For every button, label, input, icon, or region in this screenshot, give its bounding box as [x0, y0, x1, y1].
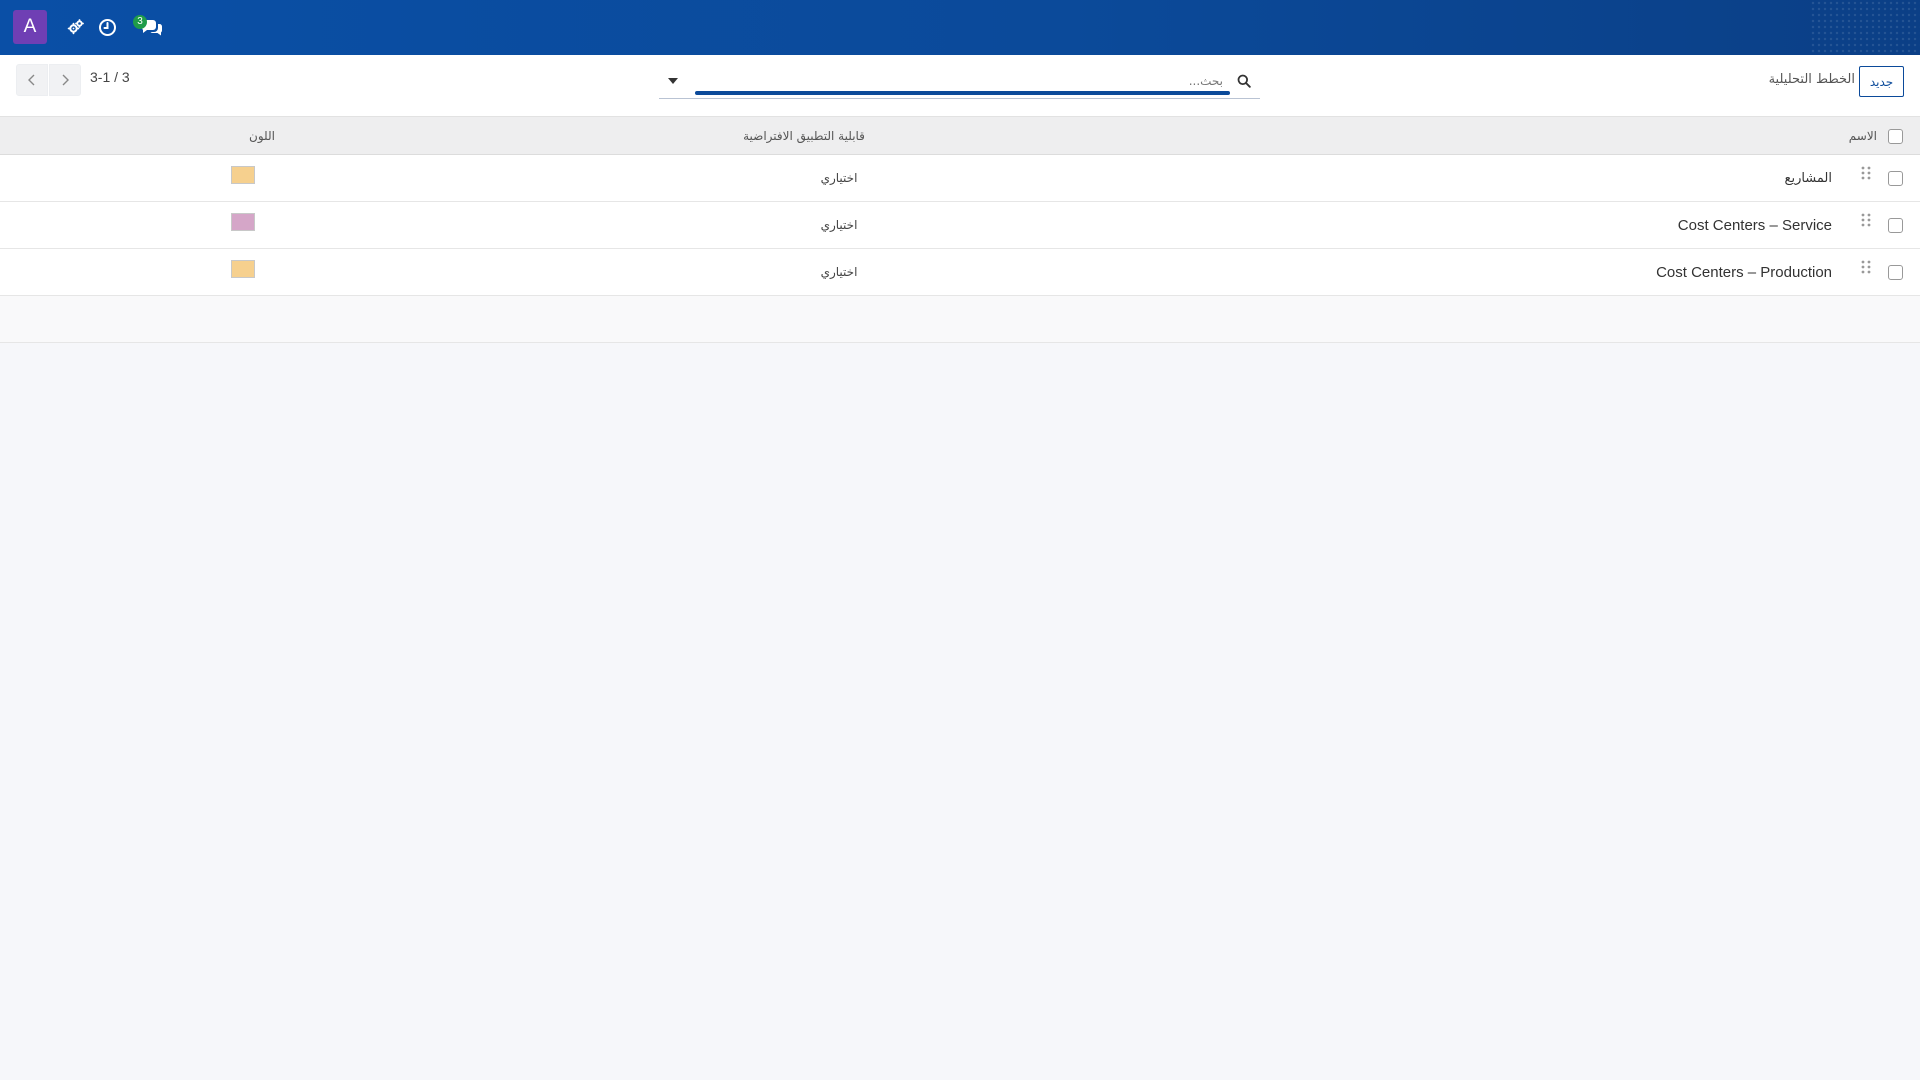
- column-header-default-applicability[interactable]: قابلية التطبيق الافتراضية: [740, 117, 868, 154]
- drag-handle-icon[interactable]: [1860, 165, 1872, 183]
- row-name: Cost Centers – Service: [1677, 216, 1832, 234]
- row-checkbox[interactable]: [1888, 218, 1903, 233]
- table-empty-row: [0, 296, 1920, 343]
- search-focus-underline: [695, 91, 1230, 95]
- row-name: Cost Centers – Production: [1656, 263, 1832, 281]
- clock-svg: [98, 18, 116, 36]
- pager-next-button[interactable]: [49, 64, 81, 96]
- analytic-plans-list: الاسم قابلية التطبيق الافتراضية اللون ال…: [0, 117, 1920, 343]
- settings-gears-icon[interactable]: [64, 15, 88, 39]
- drag-handle-icon[interactable]: [1860, 259, 1872, 277]
- settings-gears-svg: [67, 19, 84, 35]
- table-row[interactable]: Cost Centers – Service اختياري: [0, 202, 1920, 249]
- row-applicability: اختياري: [820, 218, 858, 232]
- row-checkbox[interactable]: [1888, 171, 1903, 186]
- control-panel: 3-1 / 3 الخطط التحليلية جديد: [0, 55, 1920, 117]
- row-applicability: اختياري: [820, 265, 858, 279]
- select-all-checkbox[interactable]: [1888, 128, 1903, 144]
- row-checkbox[interactable]: [1888, 265, 1903, 280]
- search-bar: [659, 65, 1260, 99]
- table-row[interactable]: المشاريع اختياري: [0, 155, 1920, 202]
- search-options-toggle[interactable]: [663, 71, 683, 91]
- pager-value[interactable]: 3-1 / 3: [90, 69, 130, 85]
- column-header-color[interactable]: اللون: [232, 117, 292, 154]
- search-icon[interactable]: [1235, 72, 1253, 90]
- page-title: الخطط التحليلية: [1768, 72, 1855, 87]
- chevron-right-icon: [62, 74, 69, 86]
- search-input[interactable]: [695, 71, 1223, 91]
- table-row[interactable]: Cost Centers – Production اختياري: [0, 249, 1920, 296]
- pager-previous-button[interactable]: [16, 64, 48, 96]
- caret-down-icon: [668, 78, 678, 84]
- row-color-swatch[interactable]: [231, 166, 255, 184]
- navbar-pattern: [1810, 0, 1920, 55]
- row-name: المشاريع: [1784, 170, 1832, 186]
- row-applicability: اختياري: [820, 171, 858, 185]
- row-color-swatch[interactable]: [231, 213, 255, 231]
- new-button[interactable]: جديد: [1859, 66, 1904, 97]
- magnifier-svg: [1237, 74, 1251, 88]
- table-header: الاسم قابلية التطبيق الافتراضية اللون: [0, 117, 1920, 155]
- user-avatar[interactable]: A: [13, 10, 47, 44]
- column-header-name[interactable]: الاسم: [1849, 117, 1877, 154]
- row-color-swatch[interactable]: [231, 260, 255, 278]
- chevron-left-icon: [28, 74, 35, 86]
- drag-handle-icon[interactable]: [1860, 212, 1872, 230]
- clock-icon[interactable]: [95, 15, 119, 39]
- top-navbar: A 3: [0, 0, 1920, 55]
- chat-badge: 3: [133, 15, 147, 29]
